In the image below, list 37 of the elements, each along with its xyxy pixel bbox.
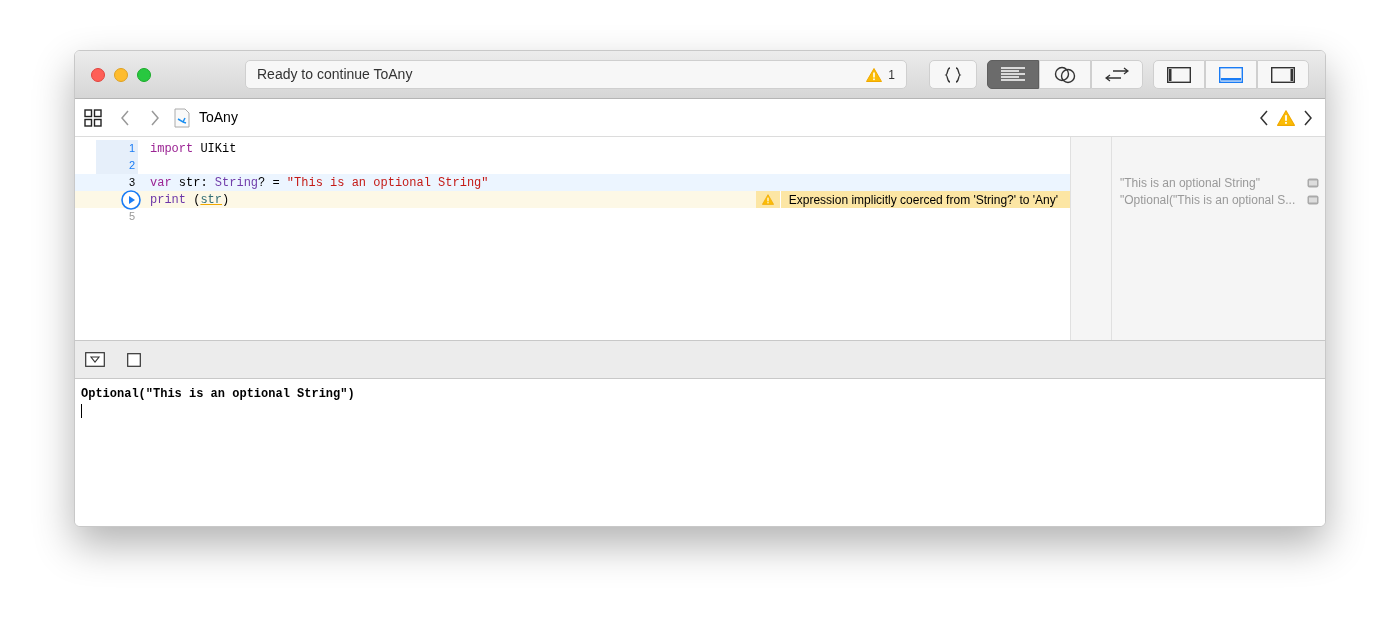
run-icon[interactable] (121, 189, 141, 210)
overlapping-circles-icon (1054, 65, 1076, 84)
lines-icon (1001, 66, 1025, 83)
console-output: Optional("This is an optional String") (81, 386, 356, 403)
code-text: import UIKit (150, 140, 237, 158)
code-text: var str: String? = "This is an optional String" (150, 174, 489, 192)
line-number: 5 (128, 209, 135, 225)
panel-toggle-button[interactable] (1257, 60, 1309, 89)
square-icon[interactable] (127, 352, 141, 367)
grid-icon[interactable] (84, 108, 102, 127)
warning-icon (866, 67, 883, 82)
hide-debug-icon[interactable] (85, 352, 105, 367)
file-name[interactable]: ToAny (199, 107, 238, 128)
warning-icon (761, 194, 774, 205)
next-issue-icon[interactable] (1303, 108, 1313, 127)
arrows-icon (1105, 66, 1129, 83)
back-icon[interactable] (120, 108, 130, 127)
panel-toggle-button[interactable] (1205, 60, 1257, 89)
line-number: 3 (128, 175, 135, 191)
status-text: Ready to continue ToAny (257, 65, 414, 84)
file-icon (174, 107, 190, 128)
close-button[interactable] (91, 67, 105, 82)
line-number: 2 (128, 158, 135, 174)
previous-issue-icon[interactable] (1259, 108, 1269, 127)
panel-layout-icon (1167, 66, 1191, 83)
warning-count: 1 (888, 66, 895, 84)
result-value: "Optional("This is an optional S... (1120, 191, 1297, 209)
warning-icon (1277, 109, 1295, 126)
panel-layout-icon (1271, 66, 1295, 83)
line-number: 1 (128, 141, 135, 157)
panel-layout-icon (1219, 66, 1243, 83)
code-text: print (str) (150, 191, 230, 209)
panel-toggle-button[interactable] (1153, 60, 1205, 89)
result-value: "This is an optional String" (1120, 174, 1261, 192)
braces-icon (944, 65, 962, 84)
forward-icon[interactable] (150, 108, 160, 127)
text-cursor (81, 404, 82, 418)
